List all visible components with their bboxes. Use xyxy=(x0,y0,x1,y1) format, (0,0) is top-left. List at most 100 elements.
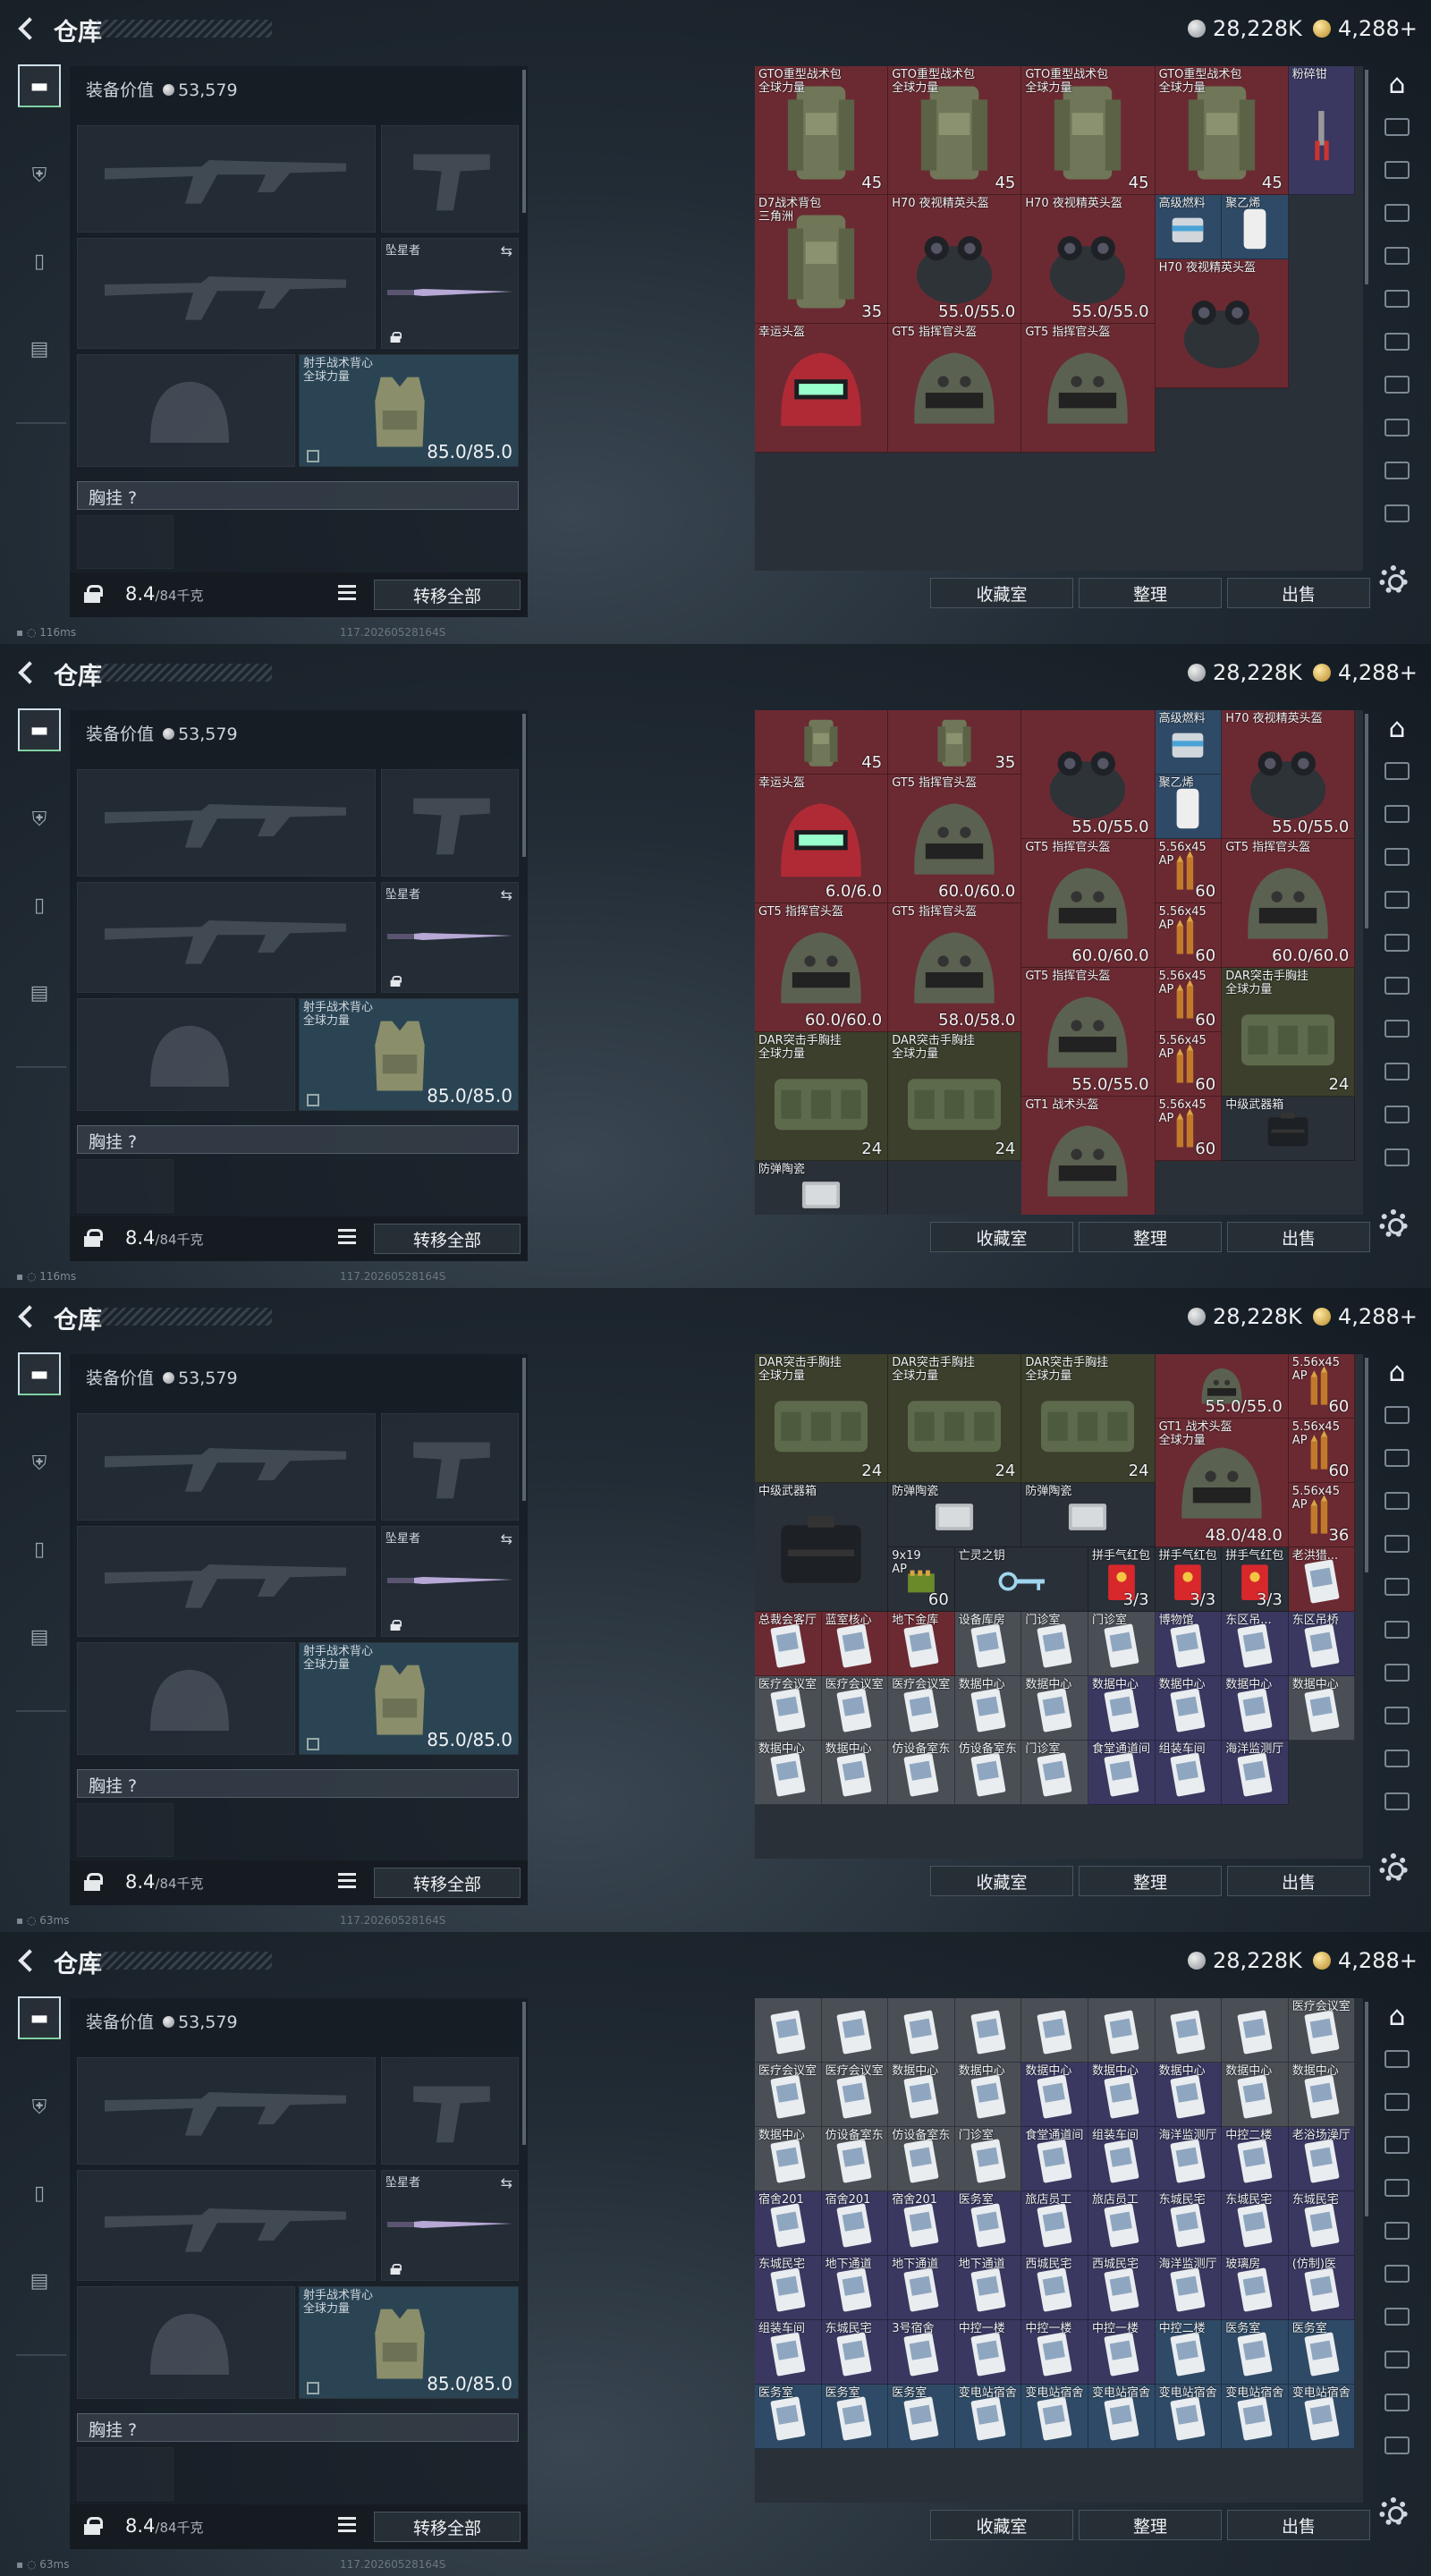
stash-item[interactable]: DAR突击手胸挂 全球力量 24 xyxy=(755,1032,889,1161)
stash-tab-6[interactable] xyxy=(1379,1612,1415,1648)
stash-item[interactable]: GT5 指挥官头盔 60.0/60.0 xyxy=(1021,839,1156,968)
stash-item[interactable]: GTO重型战术包 全球力量 45 xyxy=(1155,66,1289,195)
stash-item[interactable]: 数据中心 xyxy=(1088,1676,1156,1741)
armor-slot[interactable]: 射手战术背心 全球力量 85.0/85.0 xyxy=(299,354,519,467)
stash-item[interactable]: 数据中心 xyxy=(1288,2063,1356,2127)
transfer-all-button[interactable]: 转移全部 xyxy=(374,1224,521,1254)
stash-tab-5[interactable] xyxy=(1379,2213,1415,2249)
stash-item[interactable]: (仿制)医 xyxy=(1288,2256,1356,2320)
equipment-scrollbar[interactable] xyxy=(522,2002,526,2145)
stash-item[interactable]: 数据中心 xyxy=(954,1676,1022,1741)
stash-tab-3[interactable] xyxy=(1379,2127,1415,2163)
stash-item[interactable]: 中控一楼 xyxy=(1021,2320,1088,2385)
stash-item[interactable]: 数据中心 xyxy=(1155,2063,1223,2127)
sort-button[interactable]: 整理 xyxy=(1079,2510,1222,2540)
stash-item[interactable]: 数据中心 xyxy=(888,2063,955,2127)
stash-item[interactable]: 数据中心 xyxy=(1222,2063,1289,2127)
stash-item[interactable]: 数据中心 xyxy=(1288,1676,1356,1741)
helmet-slot[interactable] xyxy=(77,998,295,1111)
stash-tab-9[interactable] xyxy=(1379,1097,1415,1132)
stash-tab-2[interactable] xyxy=(1379,796,1415,832)
stash-item[interactable]: 医务室 xyxy=(888,2385,955,2449)
stash-item[interactable]: GT5 指挥官头盔 xyxy=(888,324,1022,453)
list-icon[interactable] xyxy=(338,1229,356,1245)
stash-item[interactable]: 医疗会议室 xyxy=(755,1676,822,1741)
stash-item[interactable]: GT1 战术头盔 全球力量 48.0/48.0 xyxy=(1155,1419,1289,1547)
stash-tab-1[interactable] xyxy=(1379,2041,1415,2077)
stash-tab-9[interactable] xyxy=(1379,2385,1415,2420)
armor-slot[interactable]: 射手战术背心 全球力量 85.0/85.0 xyxy=(299,998,519,1111)
stash-item[interactable]: 35 xyxy=(888,710,1022,775)
list-icon[interactable] xyxy=(338,1873,356,1889)
stash-item[interactable]: 5.56x45 AP 36 xyxy=(1288,1483,1356,1547)
stash-item[interactable]: 医疗会议室 xyxy=(1288,1998,1356,2063)
stash-tab-2[interactable] xyxy=(1379,1440,1415,1476)
stash-item[interactable] xyxy=(821,1998,889,2063)
stash-home-icon[interactable]: ⌂ xyxy=(1379,1354,1415,1390)
stash-tab-8[interactable] xyxy=(1379,2342,1415,2377)
sort-button[interactable]: 整理 xyxy=(1079,1866,1222,1896)
gold-currency[interactable]: 4,288+ xyxy=(1313,1946,1418,1975)
chest-rig-slot[interactable]: 胸挂 ? xyxy=(77,2413,519,2442)
pistol-slot[interactable] xyxy=(381,2057,519,2165)
stash-item[interactable]: 中控一楼 xyxy=(1088,2320,1156,2385)
primary-weapon-slot[interactable] xyxy=(77,125,376,233)
stash-item[interactable]: GTO重型战术包 全球力量 45 xyxy=(755,66,889,195)
stash-tab-9[interactable] xyxy=(1379,1741,1415,1776)
lock-icon[interactable] xyxy=(84,2517,103,2535)
stash-item[interactable]: GTO重型战术包 全球力量 45 xyxy=(1021,66,1156,195)
stash-item[interactable]: 食堂通道间 xyxy=(1088,1741,1156,1805)
stash-item[interactable]: 地下通道 xyxy=(821,2256,889,2320)
stash-item[interactable]: 数据中心 xyxy=(755,2127,822,2191)
nav-armor-icon[interactable]: ⛨ xyxy=(18,1442,61,1485)
back-arrow-icon[interactable] xyxy=(14,1304,38,1327)
nav-weapon-icon[interactable]: ▬ xyxy=(18,1996,61,2039)
helmet-slot[interactable] xyxy=(77,1642,295,1755)
stash-item[interactable]: 数据中心 xyxy=(1088,2063,1156,2127)
stash-item[interactable]: 海洋监测厅 xyxy=(1155,2127,1223,2191)
stash-tab-1[interactable] xyxy=(1379,1397,1415,1433)
pistol-slot[interactable] xyxy=(381,769,519,877)
stash-item[interactable]: 东城民宅 xyxy=(1222,2191,1289,2256)
stash-item[interactable]: 医疗会议室 xyxy=(821,1676,889,1741)
stash-item[interactable]: DAR突击手胸挂 全球力量 24 xyxy=(1222,968,1356,1097)
stash-tab-5[interactable] xyxy=(1379,925,1415,961)
stash-item[interactable]: 医务室 xyxy=(1222,2320,1289,2385)
stash-tab-4[interactable] xyxy=(1379,882,1415,918)
stash-item[interactable]: 变电站宿舍 xyxy=(1088,2385,1156,2449)
stash-item[interactable]: 高级燃料 xyxy=(1155,195,1223,259)
stash-item[interactable]: 数据中心 xyxy=(1155,1676,1223,1741)
stash-item[interactable]: 中控二楼 xyxy=(1222,2127,1289,2191)
pistol-slot[interactable] xyxy=(381,125,519,233)
nav-weapon-icon[interactable]: ▬ xyxy=(18,1352,61,1395)
stash-item[interactable]: 东城民宅 xyxy=(755,2256,822,2320)
stash-tab-10[interactable] xyxy=(1379,2428,1415,2463)
stash-item[interactable]: GT5 指挥官头盔 xyxy=(1021,324,1156,453)
stash-item[interactable] xyxy=(1155,1998,1223,2063)
stash-item[interactable]: 高级燃料 xyxy=(1155,710,1223,775)
stash-item[interactable]: 海洋监测厅 xyxy=(1155,2256,1223,2320)
primary-weapon-slot[interactable] xyxy=(77,1413,376,1521)
equipment-scrollbar[interactable] xyxy=(522,1358,526,1501)
stash-item[interactable]: 拼手气红包 3/3 xyxy=(1155,1547,1223,1612)
stash-item[interactable]: GT5 指挥官头盔 58.0/58.0 xyxy=(888,903,1022,1032)
nav-backpack-icon[interactable]: ▯ xyxy=(18,1528,61,1571)
settings-gear-icon[interactable] xyxy=(1379,1853,1408,1882)
stash-item[interactable]: 粉碎钳 xyxy=(1288,66,1356,195)
stash-item[interactable]: 防弹陶瓷 xyxy=(755,1161,889,1215)
stash-item[interactable]: 5.56x45 AP 60 xyxy=(1155,903,1223,968)
stash-item[interactable] xyxy=(1088,1998,1156,2063)
stash-tab-8[interactable] xyxy=(1379,410,1415,445)
sell-button[interactable]: 出售 xyxy=(1227,1222,1370,1252)
stash-item[interactable]: 食堂通道间 xyxy=(1021,2127,1088,2191)
gold-currency[interactable]: 4,288+ xyxy=(1313,14,1418,43)
list-icon[interactable] xyxy=(338,585,356,601)
nav-backpack-icon[interactable]: ▯ xyxy=(18,240,61,283)
sell-button[interactable]: 出售 xyxy=(1227,2510,1370,2540)
stash-item[interactable]: 医务室 xyxy=(821,2385,889,2449)
settings-gear-icon[interactable] xyxy=(1379,1209,1408,1238)
stash-item[interactable]: DAR突击手胸挂 全球力量 24 xyxy=(888,1354,1022,1483)
lock-icon[interactable] xyxy=(84,1873,103,1891)
equipment-scrollbar[interactable] xyxy=(522,714,526,857)
stash-item[interactable]: 聚乙烯 xyxy=(1155,775,1223,839)
